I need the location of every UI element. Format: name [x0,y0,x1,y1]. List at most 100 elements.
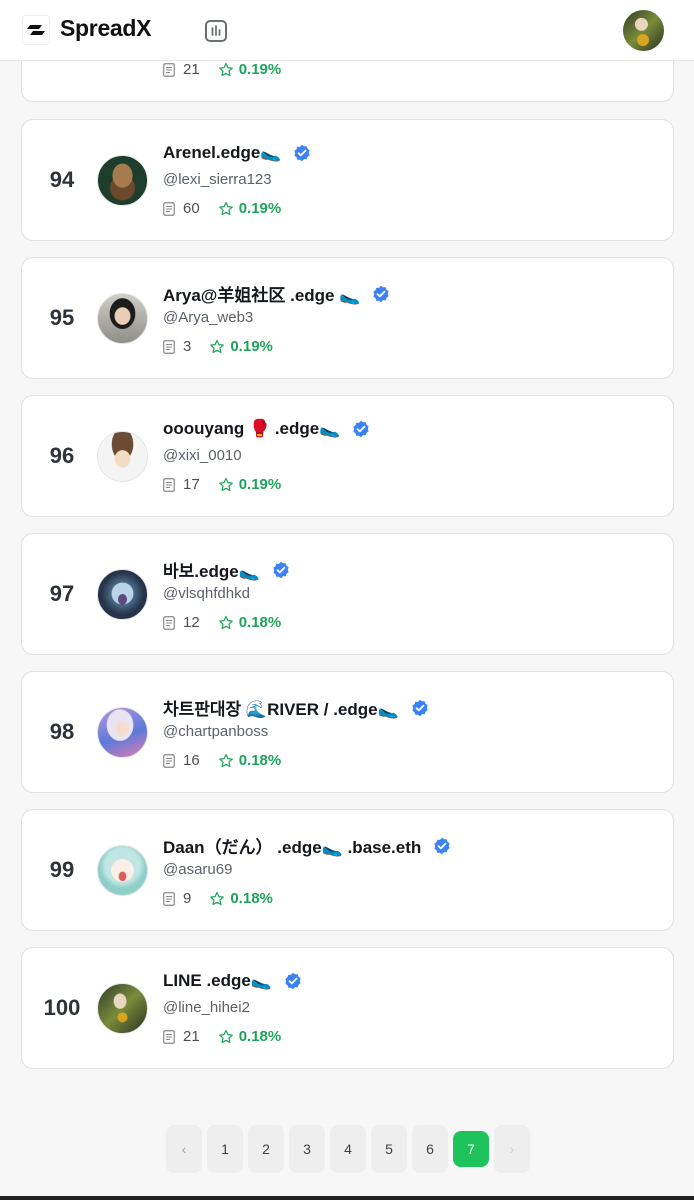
user-handle[interactable]: @vlsqhfdhkd [163,585,250,602]
user-handle[interactable]: @asaru69 [163,861,232,878]
percent-value: 0.18% [238,614,282,631]
document-icon [163,753,175,768]
page-button-2[interactable]: 2 [248,1125,284,1173]
verified-badge-icon [285,972,301,990]
star-icon [218,62,233,76]
percent-value: 0.19% [238,61,282,78]
bar-chart-glyph-icon [211,25,221,36]
user-name[interactable]: Arya@羊姐社区 .edge 🥿 [163,281,390,306]
user-stats: 16 0.18% [163,752,281,769]
rank-number: 98 [49,719,75,744]
app-logo-icon[interactable] [22,15,50,45]
bottom-edge-bar [0,1196,694,1200]
rank-number: 99 [49,857,75,882]
post-count: 12 [183,614,200,631]
star-icon [218,1029,233,1043]
user-stats: 21 0.18% [163,1028,281,1045]
post-count: 60 [183,200,200,217]
user-stats: 21 0.19% [163,61,281,78]
user-stats: 3 0.19% [163,338,273,355]
percent-value: 0.19% [238,200,282,217]
page-button-4[interactable]: 4 [330,1125,366,1173]
document-icon [163,891,175,906]
user-handle[interactable]: @Arya_web3 [163,309,253,326]
user-handle[interactable]: @chartpanboss [163,723,268,740]
user-avatar[interactable] [97,431,148,482]
leaderboard-row[interactable]: 99 Daan（だん） .edge🥿 .base.eth @asaru69 9 … [21,809,674,931]
user-name[interactable]: LINE .edge🥿 [163,971,302,991]
page-button-3[interactable]: 3 [289,1125,325,1173]
user-avatar[interactable] [97,845,148,896]
document-icon [163,62,175,77]
bar-chart-icon[interactable] [205,20,227,42]
percent-value: 0.19% [238,476,282,493]
prev-page-button[interactable]: ‹ [166,1125,202,1173]
star-icon [210,339,225,353]
rank-number: 100 [43,995,81,1020]
leaderboard-row[interactable]: 96 ooouyang 🥊 .edge🥿 @xixi_0010 17 0.19% [21,395,674,517]
verified-badge-icon [273,561,289,578]
post-count: 16 [183,752,200,769]
rank-number: 97 [49,581,75,606]
user-name[interactable]: 바보.edge🥿 [163,557,290,582]
leaderboard-row[interactable]: 94 Arenel.edge🥿 @lexi_sierra123 60 0.19% [21,119,674,241]
page-button-1[interactable]: 1 [207,1125,243,1173]
app-title[interactable]: SpreadX [60,15,152,42]
user-name[interactable]: 차트판대장 🌊RIVER / .edge🥿 [163,695,429,720]
user-avatar[interactable] [97,569,148,620]
percent-value: 0.19% [230,338,273,355]
user-name[interactable]: Arenel.edge🥿 [163,143,311,163]
post-count: 17 [183,476,200,493]
rank-number: 95 [49,305,75,330]
verified-badge-icon [434,837,450,854]
percent-value: 0.18% [238,752,282,769]
verified-badge-icon [373,285,390,302]
user-name[interactable]: ooouyang 🥊 .edge🥿 [163,419,370,439]
verified-badge-icon [412,699,428,716]
user-stats: 60 0.19% [163,200,281,217]
verified-badge-icon [294,144,311,162]
star-icon [218,201,233,215]
profile-avatar[interactable] [623,10,664,51]
logo-mark-icon [27,25,45,35]
page-button-7-current[interactable]: 7 [453,1131,489,1167]
star-icon [218,615,233,629]
user-avatar[interactable] [97,983,148,1034]
user-avatar[interactable] [97,293,148,344]
leaderboard-row[interactable]: 100 LINE .edge🥿 @line_hihei2 21 0.18% [21,947,674,1069]
verified-badge-icon [353,420,370,438]
document-icon [163,615,175,630]
percent-value: 0.18% [238,1028,282,1045]
user-handle[interactable]: @xixi_0010 [163,447,242,464]
document-icon [163,1029,175,1044]
user-avatar[interactable] [97,707,148,758]
user-handle[interactable]: @lexi_sierra123 [163,171,272,188]
post-count: 21 [183,61,200,78]
top-bar: SpreadX [0,0,694,61]
next-page-button[interactable]: › [494,1125,530,1173]
rank-number: 94 [49,167,75,192]
page-button-6[interactable]: 6 [412,1125,448,1173]
leaderboard-row[interactable]: 97 바보.edge🥿 @vlsqhfdhkd 12 0.18% [21,533,674,655]
pagination: ‹ 1 2 3 4 5 6 7 › [166,1125,530,1173]
document-icon [163,339,175,354]
star-icon [218,753,233,767]
leaderboard-row[interactable]: 98 차트판대장 🌊RIVER / .edge🥿 @chartpanboss 1… [21,671,674,793]
user-stats: 9 0.18% [163,890,273,907]
user-avatar[interactable] [97,155,148,206]
user-stats: 17 0.19% [163,476,281,493]
post-count: 21 [183,1028,200,1045]
user-handle[interactable]: @line_hihei2 [163,999,250,1016]
leaderboard-row[interactable]: 95 Arya@羊姐社区 .edge 🥿 @Arya_web3 3 0.19% [21,257,674,379]
user-stats: 12 0.18% [163,614,281,631]
document-icon [163,201,175,216]
user-name[interactable]: Daan（だん） .edge🥿 .base.eth [163,833,451,858]
page-button-5[interactable]: 5 [371,1125,407,1173]
percent-value: 0.18% [230,890,273,907]
star-icon [210,891,225,905]
star-icon [218,477,233,491]
post-count: 9 [183,890,192,907]
rank-number: 96 [49,443,75,468]
document-icon [163,477,175,492]
post-count: 3 [183,338,192,355]
